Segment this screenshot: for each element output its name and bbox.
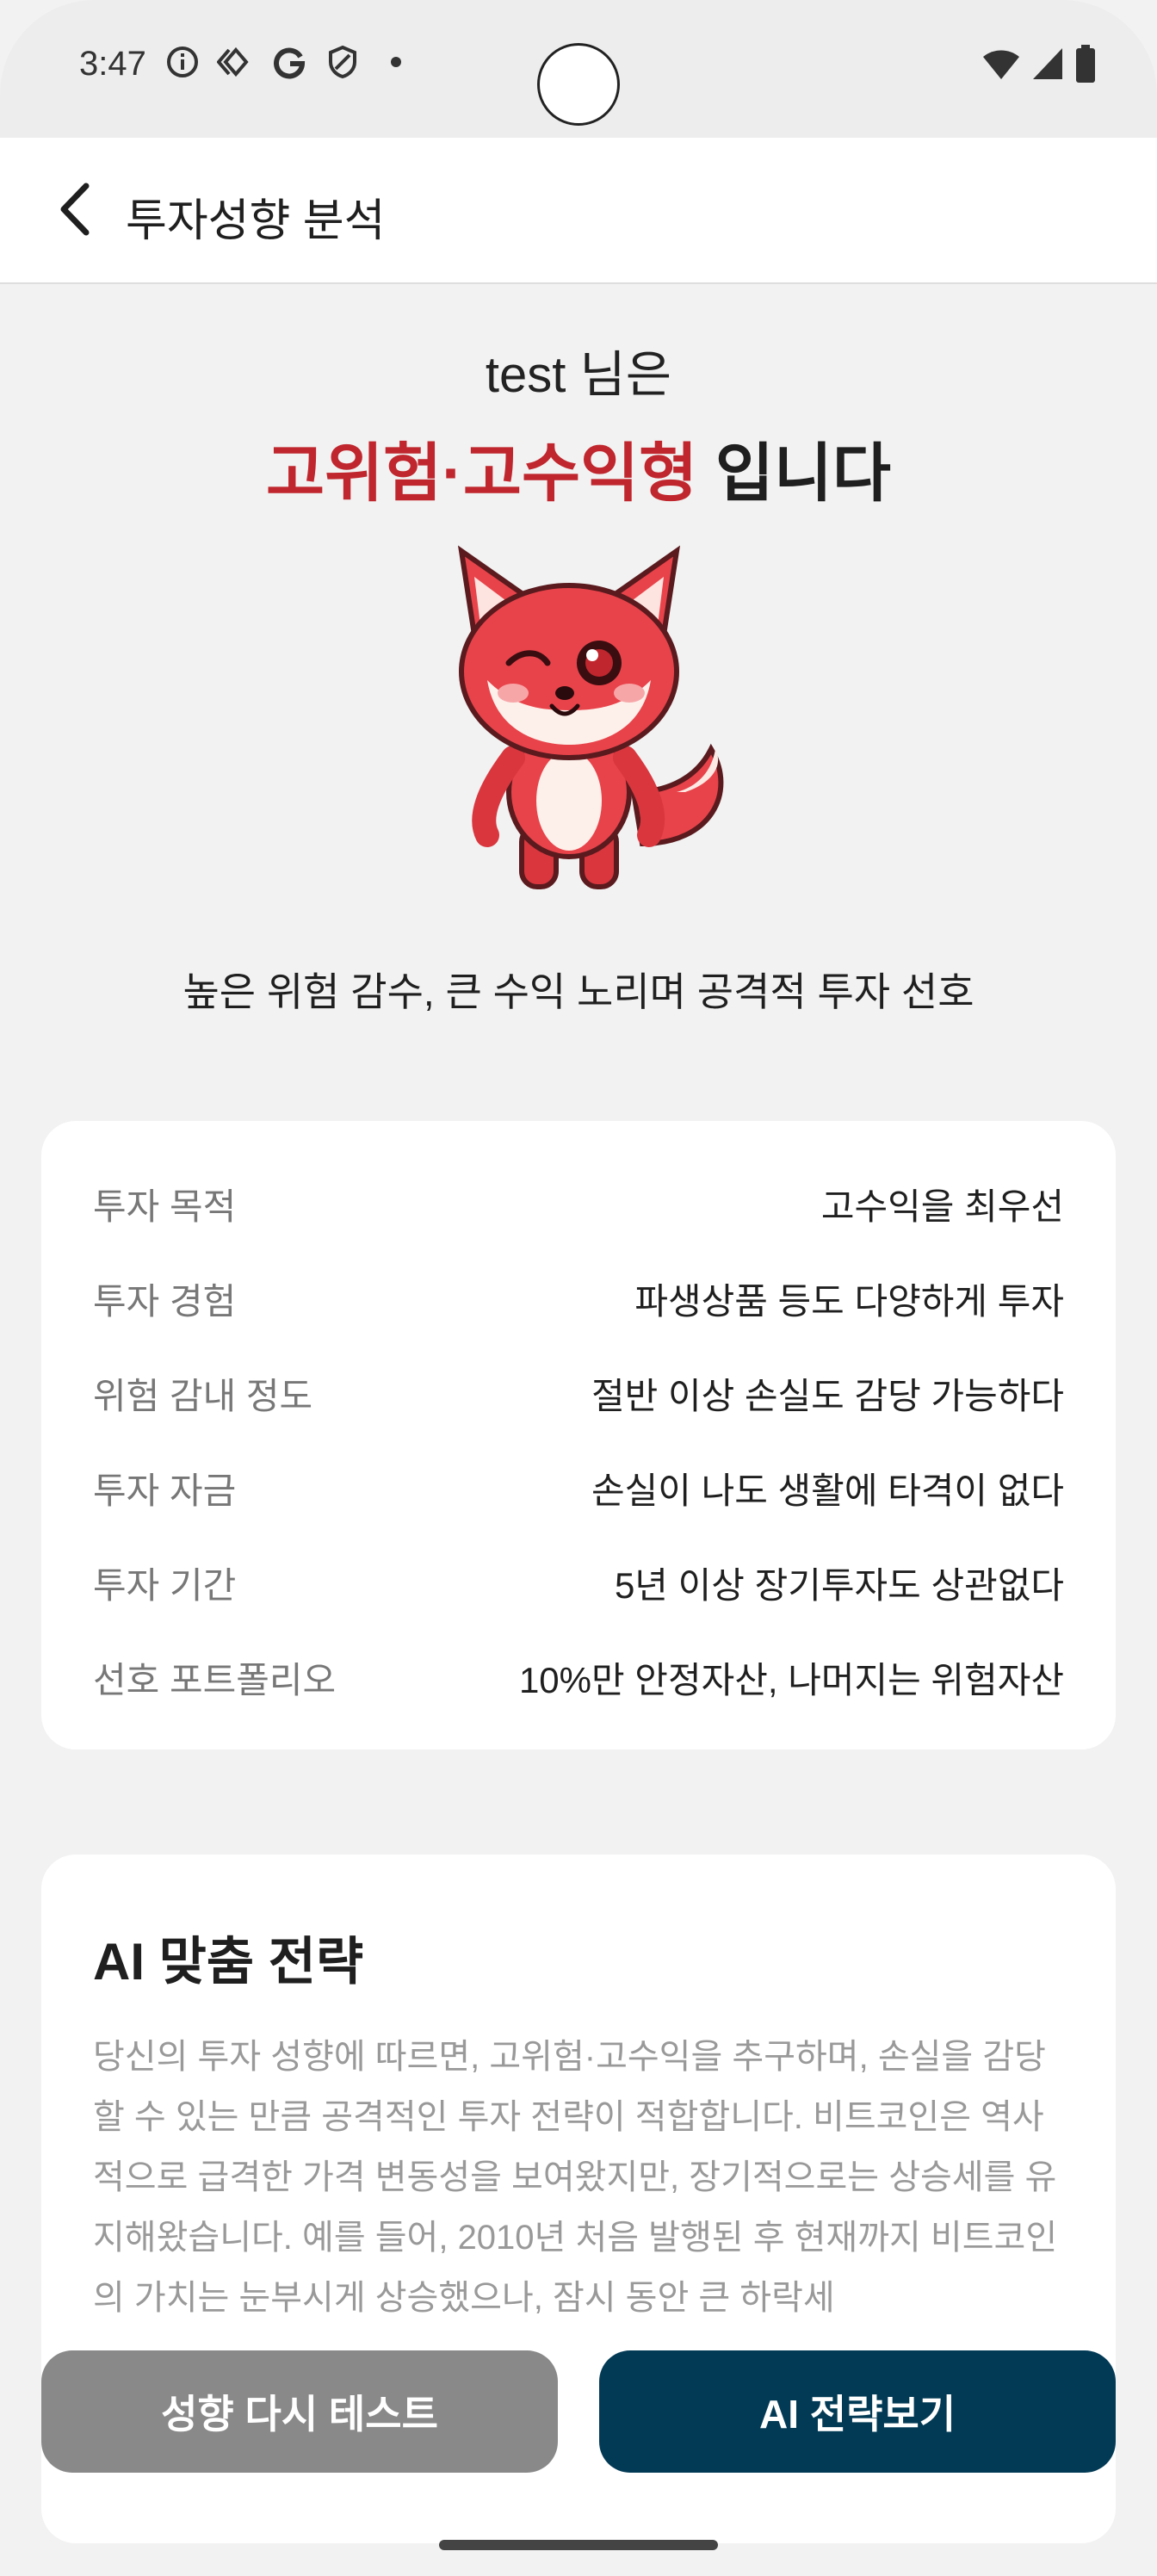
investor-type-line: 고위험·고수익형 입니다 xyxy=(0,422,1157,514)
profile-key: 선호 포트폴리오 xyxy=(93,1659,337,1700)
profile-value: 5년 이상 장기투자도 상관없다 xyxy=(614,1564,1064,1606)
diamond-icon xyxy=(217,43,255,81)
info-icon xyxy=(164,43,201,81)
status-left-icons xyxy=(164,43,415,81)
user-line: test 님은 xyxy=(485,347,672,403)
ai-strategy-button[interactable]: AI 전략보기 xyxy=(599,2350,1116,2473)
app-bar: 투자성향 분석 xyxy=(0,138,1157,284)
chevron-left-icon[interactable] xyxy=(52,179,103,239)
profile-key: 투자 기간 xyxy=(93,1564,237,1606)
retest-button[interactable]: 성향 다시 테스트 xyxy=(41,2350,558,2473)
fox-mascot-image xyxy=(427,534,737,913)
profile-row: 투자 경험 파생상품 등도 다양하게 투자 xyxy=(93,1273,1064,1324)
profile-key: 위험 감내 정도 xyxy=(93,1375,313,1416)
phone-screen: 3:47 투자성향 분석 test 님은 고위험·고수익형 입니다 높은 위험 … xyxy=(0,0,1157,2576)
profile-row: 투자 목적 고수익을 최우선 xyxy=(93,1178,1064,1229)
profile-value: 10%만 안정자산, 나머지는 위험자산 xyxy=(518,1659,1064,1700)
status-time: 3:47 xyxy=(79,45,146,83)
home-indicator[interactable] xyxy=(439,2540,718,2550)
profile-key: 투자 목적 xyxy=(93,1186,237,1227)
investor-type-name: 고위험·고수익형 xyxy=(265,437,698,509)
ai-strategy-title: AI 맞춤 전략 xyxy=(93,1933,364,1991)
profile-row: 투자 기간 5년 이상 장기투자도 상관없다 xyxy=(93,1557,1064,1608)
profile-key: 투자 자금 xyxy=(93,1470,237,1511)
profile-row: 위험 감내 정도 절반 이상 손실도 감당 가능하다 xyxy=(93,1367,1064,1419)
investor-type-suffix: 입니다 xyxy=(697,437,891,509)
signal-icon xyxy=(1033,48,1062,79)
status-right-icons xyxy=(981,45,1097,83)
camera-cutout xyxy=(537,43,620,126)
profile-key: 투자 경험 xyxy=(93,1280,237,1322)
wifi-icon xyxy=(983,50,1019,79)
battery-icon xyxy=(1076,45,1095,83)
result-header: test 님은 고위험·고수익형 입니다 xyxy=(0,334,1157,514)
profile-row: 선호 포트폴리오 10%만 안정자산, 나머지는 위험자산 xyxy=(93,1651,1064,1703)
dot-icon xyxy=(377,43,415,81)
status-bar: 3:47 xyxy=(0,0,1157,138)
profile-card: 투자 목적 고수익을 최우선 투자 경험 파생상품 등도 다양하게 투자 위험 … xyxy=(41,1121,1116,1749)
profile-value: 절반 이상 손실도 감당 가능하다 xyxy=(591,1375,1064,1416)
profile-value: 손실이 나도 생활에 타격이 없다 xyxy=(591,1470,1064,1511)
profile-row: 투자 자금 손실이 나도 생활에 타격이 없다 xyxy=(93,1462,1064,1514)
page-title: 투자성향 분석 xyxy=(126,196,386,246)
profile-value: 파생상품 등도 다양하게 투자 xyxy=(634,1280,1064,1322)
google-icon xyxy=(270,43,308,81)
investor-type-summary: 높은 위험 감수, 큰 수익 노리며 공격적 투자 선호 xyxy=(183,969,974,1014)
profile-value: 고수익을 최우선 xyxy=(820,1186,1064,1227)
ai-strategy-body: 당신의 투자 성향에 따르면, 고위험·고수익을 추구하며, 손실을 감당할 수… xyxy=(93,2038,1058,2317)
shield-icon xyxy=(324,43,362,81)
